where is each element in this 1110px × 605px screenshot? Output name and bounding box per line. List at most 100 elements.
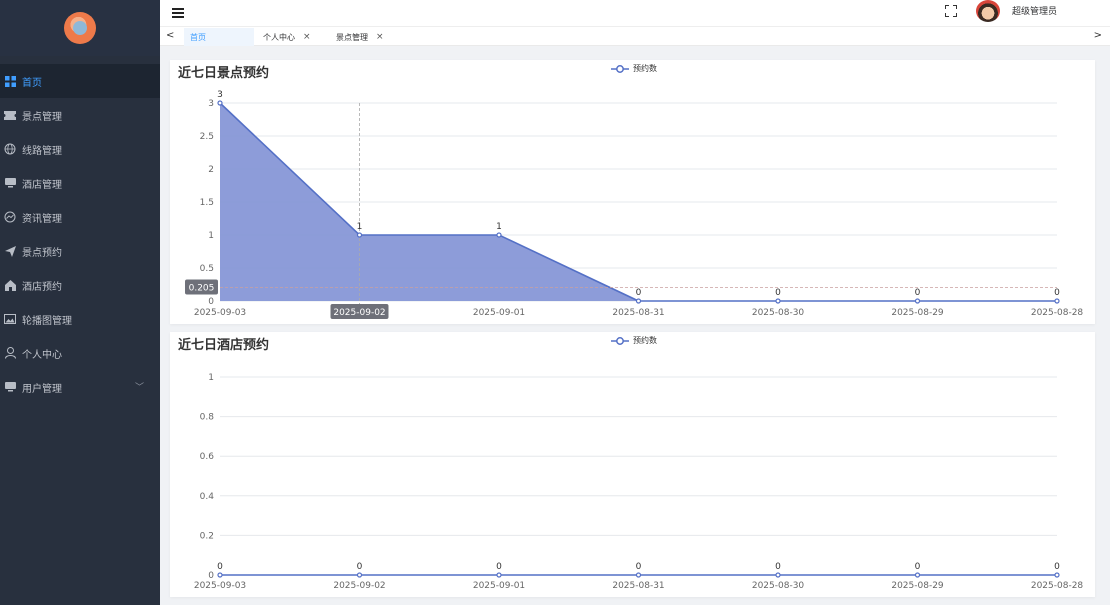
tab-home[interactable]: 首页 bbox=[184, 28, 254, 46]
sidebar-item-home[interactable]: 首页 bbox=[0, 64, 160, 98]
data-label: 0 bbox=[915, 562, 921, 572]
chevron-down-icon[interactable]: ﹀ bbox=[135, 380, 144, 393]
sidebar-item-label: 用户管理 bbox=[22, 383, 62, 395]
scenic-booking-chart[interactable]: 0 0.5 1 1.5 2 2.5 3 2025-09-03 2025-09-02 2025-09… bbox=[170, 60, 1095, 324]
data-point bbox=[496, 572, 502, 578]
sidebar-item-scenic-booking[interactable]: 景点预约 bbox=[0, 234, 160, 268]
data-label: 0 bbox=[636, 288, 642, 298]
tabs-bar: < 首页 个人中心 × 景点管理 × > bbox=[160, 26, 1110, 46]
y-tick-label: 1 bbox=[208, 231, 214, 241]
x-tick-label: 2025-09-03 bbox=[194, 308, 246, 318]
tab-label: 个人中心 bbox=[263, 32, 295, 42]
data-label: 1 bbox=[496, 222, 502, 232]
tab-scenic[interactable]: 景点管理 × bbox=[330, 28, 390, 46]
x-tick-label: 2025-09-02 bbox=[333, 581, 385, 591]
y-tick-label: 3 bbox=[208, 99, 214, 109]
username[interactable]: 超级管理员 bbox=[1012, 4, 1057, 17]
sidebar-item-profile[interactable]: 个人中心 bbox=[0, 336, 160, 370]
data-point bbox=[775, 298, 781, 304]
grid-icon bbox=[4, 75, 16, 87]
y-tick-label: 1.5 bbox=[200, 198, 214, 208]
sidebar-item-scenic[interactable]: 景点管理 bbox=[0, 98, 160, 132]
x-tick-label: 2025-08-29 bbox=[891, 308, 944, 318]
sidebar-item-carousel[interactable]: 轮播图管理 bbox=[0, 302, 160, 336]
y-tick-label: 0 bbox=[208, 297, 214, 307]
y-tick-label: 0.4 bbox=[200, 492, 215, 502]
data-label: 0 bbox=[357, 562, 363, 572]
home-icon bbox=[4, 279, 16, 291]
send-icon bbox=[4, 245, 16, 257]
fullscreen-icon[interactable] bbox=[945, 5, 957, 17]
chevron-left-icon[interactable]: < bbox=[166, 30, 174, 41]
x-tick-label: 2025-08-30 bbox=[752, 581, 805, 591]
globe-icon bbox=[4, 143, 16, 155]
x-tick-label: 2025-08-30 bbox=[752, 308, 805, 318]
sidebar: 首页 景点管理 线路管理 酒店管理 资讯管理 景点预约 酒店预约 轮播图管理 个… bbox=[0, 0, 160, 605]
y-tick-label: 0.2 bbox=[200, 531, 214, 541]
data-point bbox=[356, 232, 363, 238]
sidebar-item-label: 线路管理 bbox=[22, 145, 62, 157]
sidebar-item-news[interactable]: 资讯管理 bbox=[0, 200, 160, 234]
x-tick-label: 2025-08-28 bbox=[1031, 581, 1084, 591]
y-tick-label: 1 bbox=[208, 373, 214, 383]
y-tick-label: 0.5 bbox=[200, 264, 214, 274]
data-point bbox=[914, 298, 921, 304]
y-readout-label: 0.205 bbox=[189, 283, 215, 293]
x-tick-label: 2025-08-29 bbox=[891, 581, 944, 591]
sidebar-item-label: 酒店预约 bbox=[22, 281, 62, 293]
close-icon[interactable]: × bbox=[376, 32, 384, 42]
data-label: 0 bbox=[217, 562, 223, 572]
topbar: 超级管理员 bbox=[160, 0, 1110, 26]
data-label: 0 bbox=[775, 562, 781, 572]
data-label: 0 bbox=[1054, 288, 1060, 298]
sidebar-menu: 首页 景点管理 线路管理 酒店管理 资讯管理 景点预约 酒店预约 轮播图管理 个… bbox=[0, 64, 160, 404]
sidebar-item-users[interactable]: 用户管理 ﹀ bbox=[0, 370, 160, 404]
data-point bbox=[496, 232, 502, 238]
x-tick-label: 2025-09-01 bbox=[473, 581, 525, 591]
chevron-right-icon[interactable]: > bbox=[1094, 30, 1102, 41]
sidebar-item-label: 轮播图管理 bbox=[22, 315, 72, 327]
y-tick-label: 0.8 bbox=[200, 413, 215, 423]
sidebar-item-label: 资讯管理 bbox=[22, 213, 62, 225]
x-readout-label: 2025-09-02 bbox=[333, 308, 385, 318]
logo-area bbox=[0, 0, 160, 56]
x-tick-label: 2025-08-28 bbox=[1031, 308, 1084, 318]
data-label: 0 bbox=[915, 288, 921, 298]
y-tick-label: 0 bbox=[208, 571, 214, 581]
image-icon bbox=[4, 313, 16, 325]
sidebar-item-label: 个人中心 bbox=[22, 349, 62, 361]
sidebar-item-label: 景点预约 bbox=[22, 247, 62, 259]
app-logo bbox=[64, 12, 96, 44]
data-point bbox=[635, 572, 642, 578]
tab-label: 景点管理 bbox=[336, 32, 368, 42]
sidebar-item-route[interactable]: 线路管理 bbox=[0, 132, 160, 166]
data-point bbox=[775, 572, 781, 578]
sidebar-item-label: 景点管理 bbox=[22, 111, 62, 123]
data-point bbox=[356, 572, 363, 578]
x-tick-label: 2025-08-31 bbox=[612, 308, 664, 318]
tab-label: 首页 bbox=[190, 32, 206, 42]
x-tick-label: 2025-09-01 bbox=[473, 308, 525, 318]
data-point bbox=[217, 572, 223, 578]
data-label: 0 bbox=[775, 288, 781, 298]
hotel-booking-chart[interactable]: 0 0.2 0.4 0.6 0.8 1 2025-09-03 2025-09-02 2025-0… bbox=[170, 332, 1095, 597]
data-label: 0 bbox=[636, 562, 642, 572]
sidebar-item-hotel-booking[interactable]: 酒店预约 bbox=[0, 268, 160, 302]
sidebar-item-label: 酒店管理 bbox=[22, 179, 62, 191]
hotel-booking-chart-card: 近七日酒店预约 预约数 0 0.2 0.4 0.6 0.8 1 2025-09-03 2025… bbox=[170, 332, 1095, 597]
avatar[interactable] bbox=[976, 0, 1000, 22]
y-tick-label: 2.5 bbox=[200, 132, 214, 142]
data-point bbox=[1054, 298, 1060, 304]
hamburger-menu-icon[interactable] bbox=[172, 8, 184, 18]
tab-profile[interactable]: 个人中心 × bbox=[257, 28, 317, 46]
data-point bbox=[635, 298, 642, 304]
data-label: 1 bbox=[357, 222, 363, 232]
close-icon[interactable]: × bbox=[303, 32, 311, 42]
user-icon bbox=[4, 347, 16, 359]
data-label: 0 bbox=[496, 562, 502, 572]
sidebar-item-hotel[interactable]: 酒店管理 bbox=[0, 166, 160, 200]
data-point bbox=[914, 572, 921, 578]
y-tick-label: 2 bbox=[208, 165, 214, 175]
bed-icon bbox=[4, 177, 16, 189]
monitor-icon bbox=[4, 381, 16, 393]
